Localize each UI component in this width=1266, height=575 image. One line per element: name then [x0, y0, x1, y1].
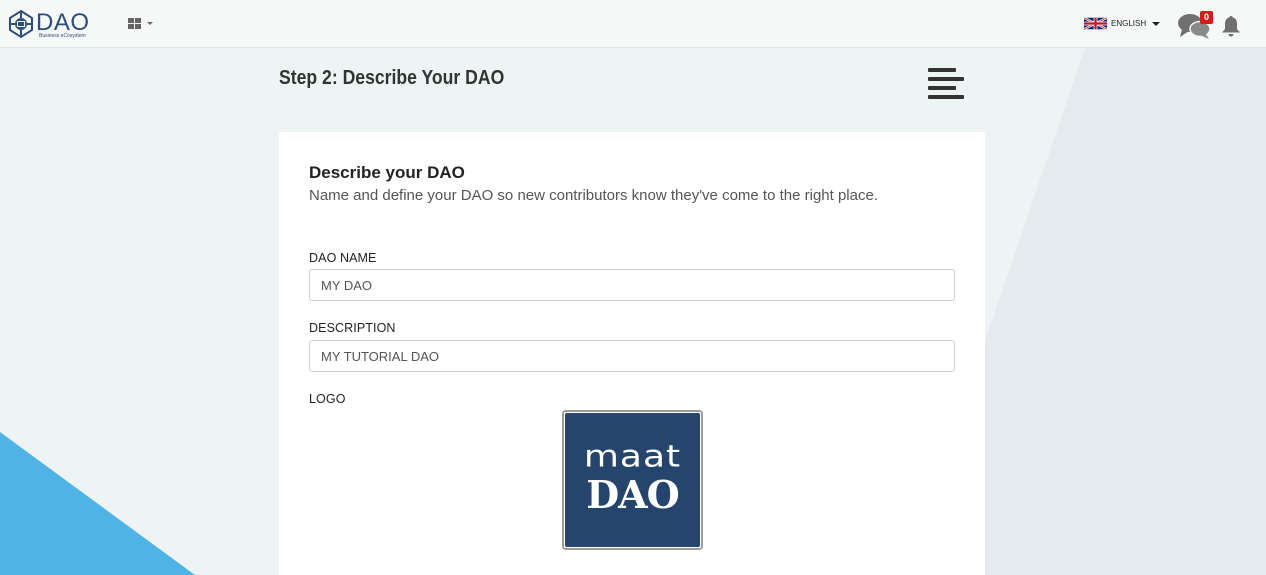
bell-icon[interactable] — [1219, 14, 1243, 38]
uk-flag-icon — [1084, 16, 1107, 31]
chevron-down-icon — [1152, 21, 1161, 26]
chat-count-badge: 0 — [1200, 11, 1213, 24]
dao-emblem-icon — [9, 9, 33, 39]
top-navbar: DAO Business eCosystem ENGLISH 0 — [0, 0, 1266, 48]
logo-label: LOGO — [309, 392, 346, 406]
dao-name-label: DAO NAME — [309, 251, 377, 265]
description-input[interactable] — [309, 340, 955, 372]
card-subtitle: Name and define your DAO so new contribu… — [309, 187, 878, 204]
logo-text-line1: maat — [583, 439, 682, 474]
logo-upload[interactable]: maat DAO — [562, 410, 703, 550]
brand-logo[interactable]: DAO Business eCosystem — [8, 9, 90, 39]
logo-text-line2: DAO — [586, 472, 680, 517]
card-title: Describe your DAO — [309, 163, 465, 182]
description-label: DESCRIPTION — [309, 321, 396, 335]
chevron-down-icon — [147, 22, 153, 25]
blue-corner-shape — [0, 432, 195, 575]
menu-icon[interactable] — [928, 67, 964, 101]
dao-logo-image: maat DAO — [565, 413, 700, 547]
dao-name-input[interactable] — [309, 269, 955, 301]
language-selector[interactable]: ENGLISH — [1084, 16, 1161, 31]
language-label: ENGLISH — [1111, 19, 1147, 28]
grid-icon — [128, 18, 141, 29]
brand-name: DAO — [36, 9, 90, 36]
apps-menu-button[interactable] — [128, 18, 153, 29]
describe-dao-card: Describe your DAO Name and define your D… — [279, 132, 985, 575]
page-title: Step 2: Describe Your DAO — [279, 67, 505, 89]
brand-tagline: Business eCosystem — [39, 33, 86, 39]
